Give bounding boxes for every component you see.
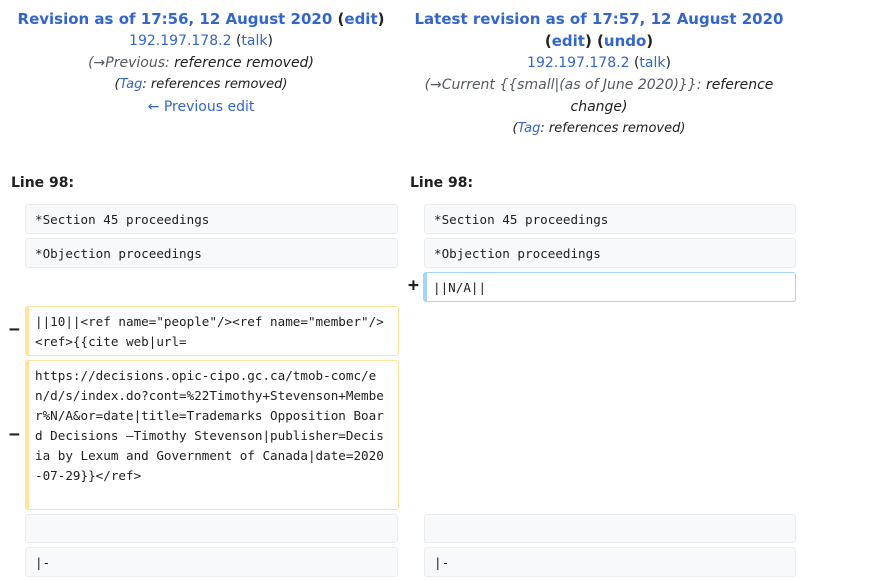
right-edit-link[interactable]: edit (552, 32, 585, 50)
right-revision-link[interactable]: Latest revision as of 17:57, 12 August 2… (415, 10, 784, 28)
removed-marker-icon: − (9, 424, 20, 445)
right-revision-header: Latest revision as of 17:57, 12 August 2… (400, 8, 798, 140)
removed-line-2: https://decisions.opic-cipo.gc.ca/tmob-c… (25, 360, 399, 510)
right-user-line: 192.197.178.2 (talk) (400, 52, 798, 74)
left-tag-value: : references removed) (142, 77, 288, 92)
left-user-line: 192.197.178.2 (talk) (0, 30, 402, 52)
paren-close: ) (584, 32, 592, 50)
right-action-links: (edit) (undo) (400, 30, 798, 52)
paren-close: ) (267, 33, 273, 49)
left-tag-link[interactable]: Tag (120, 77, 143, 92)
right-undo-link[interactable]: undo (604, 32, 646, 50)
previous-edit-line: ← Previous edit (0, 96, 402, 118)
right-revision-title: Latest revision as of 17:57, 12 August 2… (400, 8, 798, 30)
paren-close: ) (665, 55, 671, 71)
left-context-line-4: |- (25, 547, 398, 577)
left-context-line-2: *Objection proceedings (25, 238, 398, 268)
added-marker-icon: + (408, 275, 419, 296)
right-line-number: Line 98: (410, 175, 474, 191)
right-edit-summary: (→Current {{small|(as of June 2020)}}: r… (400, 74, 798, 96)
previous-edit-link[interactable]: ← Previous edit (148, 99, 255, 115)
left-context-line-1: *Section 45 proceedings (25, 204, 398, 234)
right-user-link[interactable]: 192.197.178.2 (527, 55, 629, 71)
left-empty-context-line (25, 514, 398, 543)
right-summary-section[interactable]: (→Current {{small|(as of June 2020)}}: (425, 77, 702, 93)
right-empty-context-line (424, 514, 796, 543)
right-talk-link[interactable]: talk (639, 55, 665, 71)
paren-open: ( (597, 32, 604, 50)
removed-line-1: ||10||<ref name="people"/><ref name="mem… (25, 306, 399, 356)
right-tag-value: : references removed) (540, 121, 686, 136)
left-revision-title: Revision as of 17:56, 12 August 2020 (ed… (0, 8, 402, 30)
paren-close: ) (377, 10, 385, 28)
left-summary-section[interactable]: (→Previous: (88, 55, 170, 71)
removed-marker-icon: − (9, 319, 20, 340)
paren-close: ) (646, 32, 654, 50)
left-tag-line: (Tag: references removed) (0, 74, 402, 96)
right-summary-text2: change) (570, 99, 628, 115)
left-edit-link[interactable]: edit (344, 10, 377, 28)
right-context-line-1: *Section 45 proceedings (424, 204, 796, 234)
right-edit-summary-cont: change) (400, 96, 798, 118)
left-user-link[interactable]: 192.197.178.2 (129, 33, 231, 49)
right-summary-text: reference (705, 77, 774, 93)
left-line-number: Line 98: (11, 175, 75, 191)
left-edit-summary: (→Previous: reference removed) (0, 52, 402, 74)
right-context-line-4: |- (424, 547, 796, 577)
left-talk-link[interactable]: talk (241, 33, 267, 49)
left-summary-text: reference removed) (174, 55, 314, 71)
right-tag-link[interactable]: Tag (518, 121, 541, 136)
left-revision-header: Revision as of 17:56, 12 August 2020 (ed… (0, 8, 402, 118)
left-revision-link[interactable]: Revision as of 17:56, 12 August 2020 (18, 10, 333, 28)
paren-open: ( (544, 32, 552, 50)
right-context-line-2: *Objection proceedings (424, 238, 796, 268)
added-line: ||N/A|| (423, 272, 796, 302)
right-tag-line: (Tag: references removed) (400, 118, 798, 140)
